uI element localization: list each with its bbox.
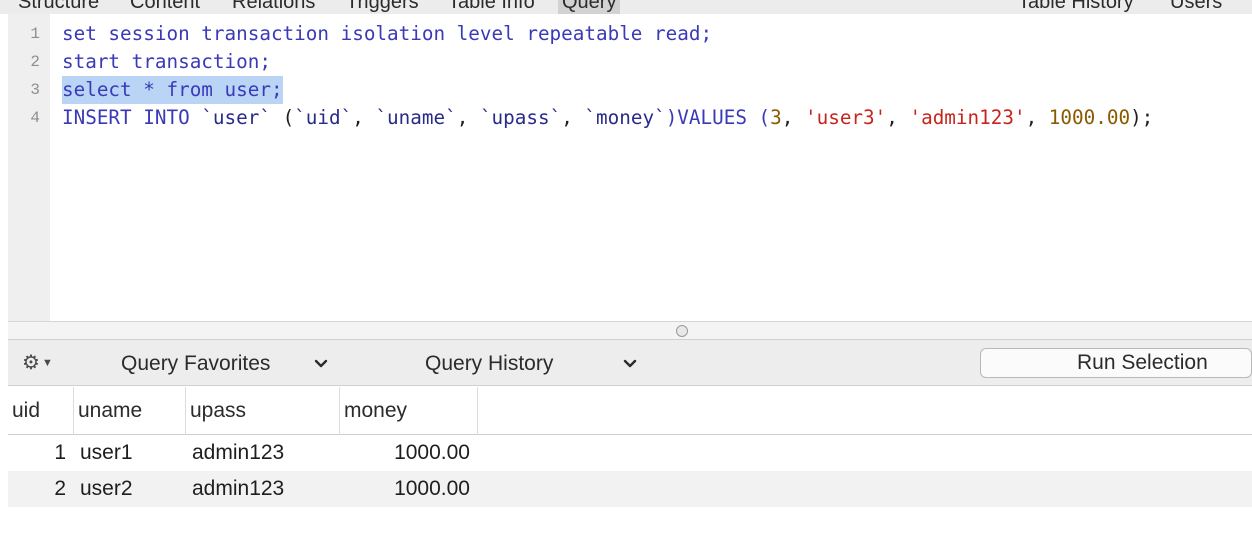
cell-money: 1000.00 [394, 441, 470, 464]
cell-upass: admin123 [192, 441, 285, 464]
cell-uid: 1 [54, 441, 66, 464]
line-number: 3 [30, 81, 40, 99]
gear-icon: ⚙ [22, 352, 40, 374]
sql-string: 'admin123' [909, 106, 1026, 129]
column-header-uname[interactable]: uname [74, 387, 186, 435]
tab-content[interactable]: Content [126, 0, 204, 14]
code-line-4: 4 INSERT INTO `user` (`uid`, `uname`, `u… [8, 104, 1252, 132]
sql-keyword: )VALUES ( [665, 106, 771, 129]
run-selection-button[interactable]: Run Selection [980, 348, 1252, 378]
cell-uid: 2 [54, 477, 66, 500]
query-history-button[interactable]: Query History [425, 351, 553, 377]
line-number: 1 [30, 25, 40, 43]
sql-keyword: INSERT INTO [62, 106, 190, 129]
splitter-handle[interactable] [676, 325, 688, 337]
editor-splitter[interactable] [8, 322, 1252, 340]
chevron-down-icon[interactable] [620, 354, 640, 374]
sql-number: 1000.00 [1048, 106, 1131, 129]
sql-punct: ( [270, 106, 295, 129]
tab-table-history[interactable]: Table History [1014, 0, 1138, 14]
table-row[interactable]: 2 user2 admin123 1000.00 [8, 471, 1252, 507]
caret-down-icon: ▼ [41, 357, 53, 369]
cell-upass: admin123 [192, 477, 285, 500]
line-number: 2 [30, 53, 40, 71]
selected-code-text: select * from user; [62, 76, 283, 104]
code-text: set session transaction isolation level … [62, 22, 713, 45]
column-header-uid[interactable]: uid [8, 387, 74, 435]
line-number: 4 [30, 109, 40, 127]
tab-users[interactable]: Users [1166, 0, 1226, 14]
column-header-upass[interactable]: upass [186, 387, 340, 435]
sql-identifier: `user` [201, 106, 271, 129]
sql-identifier: `money` [584, 106, 666, 129]
chevron-down-icon[interactable] [311, 354, 331, 374]
table-row[interactable]: 1 user1 admin123 1000.00 [8, 435, 1252, 471]
tab-structure[interactable]: Structure [14, 0, 103, 14]
tab-triggers[interactable]: Triggers [342, 0, 423, 14]
sql-string: 'user3' [805, 106, 887, 129]
sql-identifier: `uname` [375, 106, 457, 129]
tab-query[interactable]: Query [558, 0, 621, 14]
query-toolbar: ⚙ ▼ Query Favorites Query History Run Sel… [8, 340, 1252, 386]
code-text: INSERT INTO `user` (`uid`, `uname`, `upa… [62, 106, 1154, 129]
tab-table-info[interactable]: Table Info [444, 0, 539, 14]
code-text: start transaction; [62, 50, 271, 73]
cell-uname: user1 [80, 441, 133, 464]
sql-punct: ); [1130, 106, 1154, 129]
cell-uname: user2 [80, 477, 133, 500]
sql-identifier: `uid` [294, 106, 353, 129]
tab-relations[interactable]: Relations [228, 0, 319, 14]
tab-bar: Structure Content Relations Triggers Tab… [0, 0, 1252, 14]
code-line-3: 3 select * from user; [8, 76, 1252, 104]
sql-number: 3 [770, 106, 782, 129]
results-table: uid uname upass money 1 user1 admin123 1… [8, 387, 1252, 540]
cell-money: 1000.00 [394, 477, 470, 500]
gear-menu-button[interactable]: ⚙ ▼ [22, 351, 62, 375]
column-header-money[interactable]: money [340, 387, 478, 435]
table-header: uid uname upass money [8, 387, 1252, 435]
query-favorites-button[interactable]: Query Favorites [121, 351, 270, 377]
sql-identifier: `upass` [479, 106, 562, 129]
code-line-1: 1 set session transaction isolation leve… [8, 20, 1252, 48]
query-editor[interactable]: 1 set session transaction isolation leve… [8, 14, 1252, 322]
code-line-2: 2 start transaction; [8, 48, 1252, 76]
